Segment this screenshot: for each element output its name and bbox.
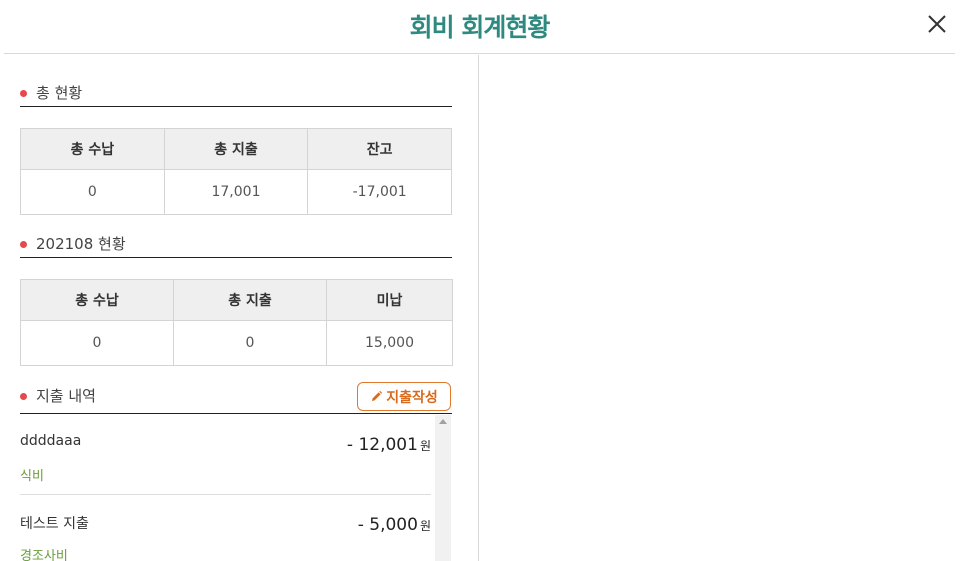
table-header: 미납 [326,279,453,321]
table-cell: 0 [173,320,327,366]
modal-title: 회비 회계현황 [409,13,551,42]
section-title: 지출 내역 [36,387,96,405]
expense-name: ddddaaa [20,433,82,449]
currency-unit: 원 [419,519,431,533]
table-header: 총 지출 [173,279,327,321]
section-title: 202108 현황 [36,235,126,253]
table-cell: -17,001 [307,169,452,215]
expense-category: 경조사비 [20,549,68,561]
expense-name: 테스트 지출 [20,516,89,532]
table-cell: 17,001 [163,169,309,215]
table-cell: 15,000 [326,320,453,366]
list-item[interactable]: 테스트 지출 경조사비 - 5,000 원 [20,495,431,561]
close-icon[interactable] [925,12,949,36]
bullet-dot-icon [20,90,27,97]
month-section-header: 202108 현황 [20,232,452,258]
bullet-dot-icon [20,393,27,400]
table-header: 총 지출 [163,128,309,170]
write-expense-label: 지출작성 [386,389,438,406]
modal-header: 회비 회계현황 [4,0,955,54]
expense-list[interactable]: ddddaaa 식비 - 12,001 원 테스트 지출 경조사비 - 5,000… [20,415,452,561]
table-header: 총 수납 [20,279,174,321]
amount-value: - 12,001 [346,435,418,455]
list-item[interactable]: ddddaaa 식비 - 12,001 원 [20,415,431,495]
expense-amount: - 12,001 원 [347,435,431,455]
expense-category: 식비 [20,469,44,484]
bullet-dot-icon [20,241,27,248]
write-expense-button[interactable]: 지출작성 [357,382,451,411]
total-summary-table: 총 수납 총 지출 잔고 0 17,001 -17,001 [20,128,452,215]
scroll-up-arrow-icon[interactable] [439,419,447,424]
expense-amount: - 5,000 원 [358,515,431,535]
scrollbar[interactable] [435,415,451,561]
table-cell: 0 [20,320,174,366]
total-section-header: 총 현황 [20,81,452,107]
pencil-icon [370,390,383,403]
month-summary-table: 총 수납 총 지출 미납 0 0 15,000 [20,279,453,366]
table-cell: 0 [20,169,165,215]
table-header: 총 수납 [20,128,165,170]
amount-value: - 5,000 [357,515,418,535]
table-header: 잔고 [307,128,452,170]
currency-unit: 원 [419,439,431,453]
section-title: 총 현황 [36,84,83,102]
vertical-divider [478,55,479,561]
